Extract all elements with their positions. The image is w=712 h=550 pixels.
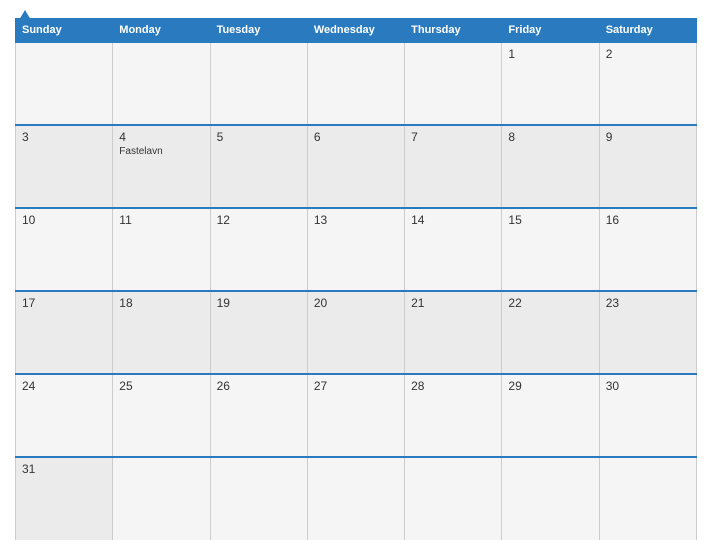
calendar-day-cell: 29 [502,374,599,457]
calendar-day-cell: 21 [405,291,502,374]
day-number: 2 [606,47,690,61]
day-number: 4 [119,130,203,144]
calendar-day-cell: 27 [307,374,404,457]
day-number: 24 [22,379,106,393]
day-number: 22 [508,296,592,310]
day-number: 23 [606,296,690,310]
day-number: 16 [606,213,690,227]
calendar-day-cell: 17 [16,291,113,374]
calendar-day-cell: 12 [210,208,307,291]
calendar-day-cell [405,457,502,540]
calendar-day-cell: 4 Fastelavn [113,125,210,208]
calendar-day-cell [210,457,307,540]
day-number: 21 [411,296,495,310]
calendar-day-cell: 25 [113,374,210,457]
day-number: 29 [508,379,592,393]
day-number: 15 [508,213,592,227]
calendar-week-row: 12 [16,42,697,125]
calendar-day-cell: 24 [16,374,113,457]
weekday-header-cell: Sunday [16,19,113,43]
day-number: 18 [119,296,203,310]
calendar-day-cell: 14 [405,208,502,291]
calendar-day-cell: 22 [502,291,599,374]
day-number: 9 [606,130,690,144]
calendar-day-cell: 23 [599,291,696,374]
calendar-day-cell [502,457,599,540]
calendar-week-row: 10 11 12 13 14 15 16 [16,208,697,291]
day-number: 3 [22,130,106,144]
calendar-day-cell: 10 [16,208,113,291]
day-number: 25 [119,379,203,393]
calendar-day-cell: 31 [16,457,113,540]
day-number: 19 [217,296,301,310]
calendar-day-cell: 7 [405,125,502,208]
calendar-table: SundayMondayTuesdayWednesdayThursdayFrid… [15,18,697,540]
calendar-day-cell: 13 [307,208,404,291]
weekday-header-cell: Thursday [405,19,502,43]
day-number: 28 [411,379,495,393]
day-number: 6 [314,130,398,144]
logo-triangle-icon [19,10,31,20]
day-number: 12 [217,213,301,227]
calendar-day-cell: 15 [502,208,599,291]
day-number: 1 [508,47,592,61]
calendar-day-cell: 19 [210,291,307,374]
day-number: 20 [314,296,398,310]
weekday-header-cell: Friday [502,19,599,43]
calendar-week-row: 17 18 19 20 21 22 23 [16,291,697,374]
day-number: 7 [411,130,495,144]
calendar-day-cell [210,42,307,125]
calendar-day-cell [307,42,404,125]
calendar-day-cell: 26 [210,374,307,457]
holiday-label: Fastelavn [119,146,203,157]
logo [15,10,31,20]
logo-blue-text [15,10,31,20]
weekday-header-cell: Saturday [599,19,696,43]
day-number: 10 [22,213,106,227]
calendar-body: 1234Fastelavn567891011121314151617181920… [16,42,697,540]
calendar-day-cell: 3 [16,125,113,208]
calendar-day-cell [307,457,404,540]
day-number: 17 [22,296,106,310]
calendar-day-cell [113,42,210,125]
calendar-day-cell [113,457,210,540]
weekday-header-row: SundayMondayTuesdayWednesdayThursdayFrid… [16,19,697,43]
calendar-week-row: 34 Fastelavn 56789 [16,125,697,208]
weekday-header-cell: Monday [113,19,210,43]
calendar-day-cell: 5 [210,125,307,208]
calendar-day-cell: 28 [405,374,502,457]
day-number: 11 [119,213,203,227]
day-number: 31 [22,462,106,476]
calendar-day-cell: 6 [307,125,404,208]
calendar-day-cell: 20 [307,291,404,374]
calendar-day-cell: 9 [599,125,696,208]
weekday-header-cell: Wednesday [307,19,404,43]
calendar-day-cell [405,42,502,125]
day-number: 8 [508,130,592,144]
calendar-day-cell [16,42,113,125]
day-number: 27 [314,379,398,393]
calendar-day-cell: 30 [599,374,696,457]
day-number: 26 [217,379,301,393]
calendar-day-cell [599,457,696,540]
day-number: 14 [411,213,495,227]
calendar-day-cell: 1 [502,42,599,125]
day-number: 5 [217,130,301,144]
calendar-day-cell: 18 [113,291,210,374]
weekday-header-cell: Tuesday [210,19,307,43]
calendar-day-cell: 2 [599,42,696,125]
day-number: 30 [606,379,690,393]
calendar-day-cell: 8 [502,125,599,208]
calendar-week-row: 24 25 26 27 28 29 30 [16,374,697,457]
calendar-day-cell: 16 [599,208,696,291]
calendar-day-cell: 11 [113,208,210,291]
calendar-week-row: 31 [16,457,697,540]
day-number: 13 [314,213,398,227]
